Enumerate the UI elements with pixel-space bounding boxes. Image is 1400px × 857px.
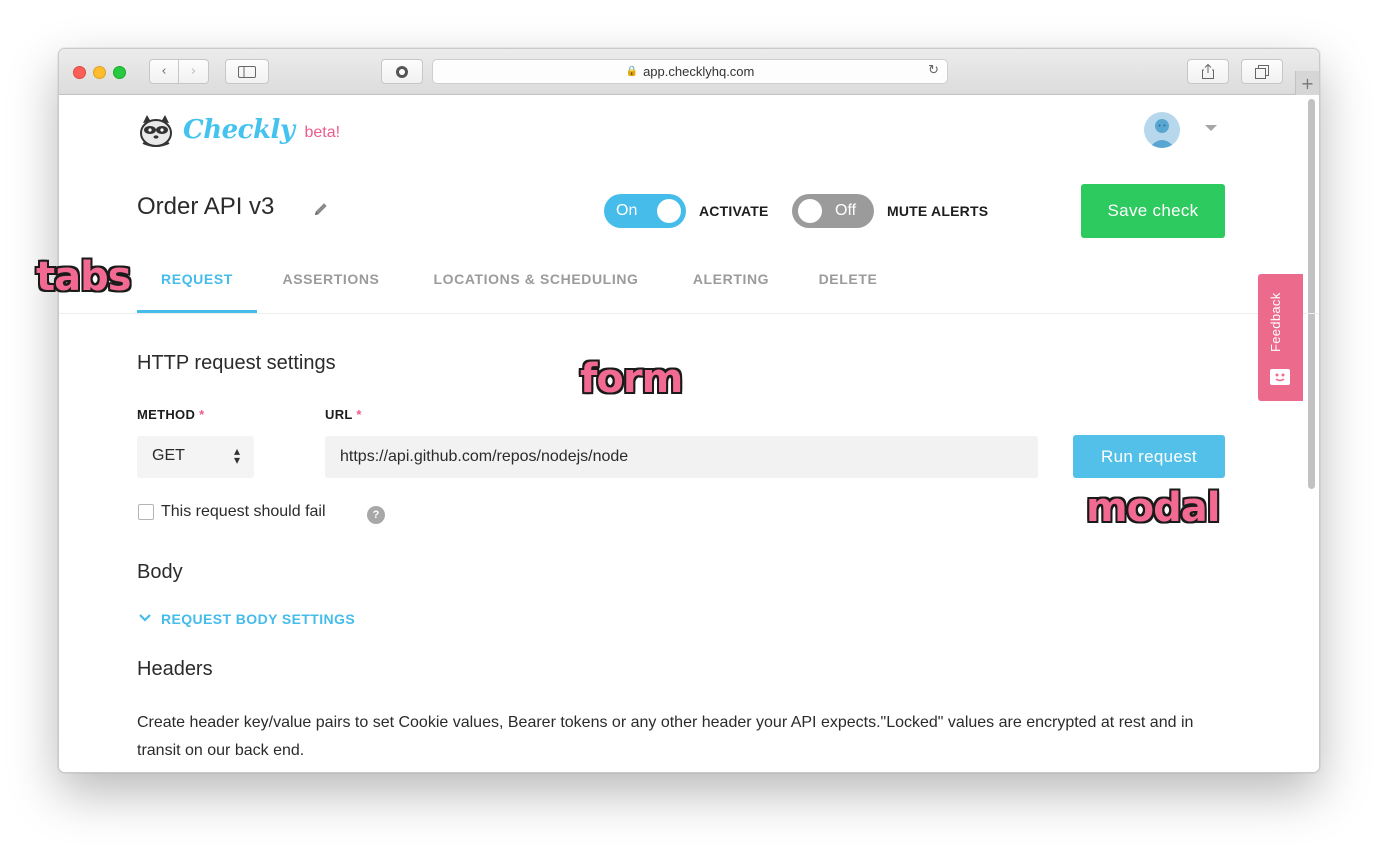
http-request-settings-heading: HTTP request settings — [137, 352, 336, 374]
back-button[interactable]: ‹ — [149, 59, 179, 84]
chevron-down-icon — [139, 614, 151, 622]
headers-description: Create header key/value pairs to set Coo… — [137, 714, 1194, 759]
method-select-value: GET — [152, 447, 185, 464]
raccoon-mascot-icon — [140, 115, 172, 147]
checkly-logo[interactable]: Checkly beta! — [137, 113, 340, 147]
tab-assertions[interactable]: ASSERTIONS — [279, 265, 383, 313]
privacy-report-button[interactable] — [381, 59, 423, 84]
shield-icon — [396, 65, 408, 78]
help-icon[interactable]: ? — [367, 506, 385, 524]
page-scrollbar[interactable] — [1308, 99, 1315, 489]
tab-request[interactable]: REQUEST — [137, 265, 257, 313]
method-select[interactable]: GET ▴ ▾ — [137, 436, 254, 478]
address-bar[interactable]: 🔒 app.checklyhq.com ↻ — [432, 59, 948, 84]
edit-title-icon[interactable] — [313, 201, 329, 222]
close-window-button[interactable] — [73, 66, 86, 79]
tabs-overview-button[interactable] — [1241, 59, 1283, 84]
minimize-window-button[interactable] — [93, 66, 106, 79]
zoom-window-button[interactable] — [113, 66, 126, 79]
check-title: Order API v3 — [137, 193, 275, 220]
request-should-fail-label[interactable]: This request should fail — [161, 503, 326, 521]
feedback-label: Feedback — [1268, 292, 1283, 353]
annotation-tabs: tabs — [36, 254, 132, 300]
tab-locations-scheduling[interactable]: LOCATIONS & SCHEDULING — [427, 265, 645, 313]
mute-alerts-toggle-knob — [798, 199, 822, 223]
activate-toggle-knob — [657, 199, 681, 223]
url-label: URL * — [325, 407, 362, 422]
request-body-settings-toggle[interactable]: REQUEST BODY SETTINGS — [139, 611, 355, 627]
tabs-divider — [59, 313, 1319, 314]
address-text: app.checklyhq.com — [643, 64, 755, 79]
feedback-tab[interactable]: Feedback — [1258, 274, 1303, 401]
request-body-settings-label: REQUEST BODY SETTINGS — [161, 611, 356, 627]
tab-delete[interactable]: DELETE — [817, 265, 879, 313]
select-arrows-icon: ▴ ▾ — [233, 444, 240, 467]
annotation-modal: modal — [1086, 485, 1220, 531]
tabs-icon — [1255, 64, 1269, 79]
annotation-form: form — [580, 356, 683, 402]
url-label-text: URL — [325, 407, 353, 422]
lock-icon: 🔒 — [625, 66, 639, 77]
share-button[interactable] — [1187, 59, 1229, 84]
mute-alerts-toggle-label: Off — [835, 202, 857, 219]
check-tabs: REQUEST ASSERTIONS LOCATIONS & SCHEDULIN… — [137, 265, 1227, 313]
body-heading: Body — [137, 561, 183, 583]
sidebar-icon — [238, 65, 256, 78]
url-input[interactable]: https://api.github.com/repos/nodejs/node — [325, 436, 1038, 478]
method-label-text: METHOD — [137, 407, 196, 422]
activate-toggle[interactable]: On — [604, 194, 686, 228]
run-request-button[interactable]: Run request — [1073, 435, 1225, 478]
forward-button[interactable]: › — [179, 59, 209, 84]
browser-window: ‹ › 🔒 app.checklyhq.com ↻ + Checkly beta… — [58, 48, 1320, 773]
browser-toolbar: ‹ › 🔒 app.checklyhq.com ↻ + — [59, 49, 1319, 95]
request-should-fail-checkbox[interactable] — [138, 504, 154, 520]
new-tab-button[interactable]: + — [1295, 71, 1319, 95]
checkly-page: Checkly beta! Order API v3 On ACTIVATE O… — [59, 95, 1319, 772]
mute-alerts-toggle[interactable]: Off — [792, 194, 874, 228]
activate-caption: ACTIVATE — [699, 203, 769, 219]
mute-alerts-caption: MUTE ALERTS — [887, 203, 989, 219]
user-avatar-icon — [1149, 119, 1175, 148]
pencil-icon — [315, 203, 327, 215]
method-required-mark: * — [199, 407, 205, 422]
beta-badge: beta! — [304, 123, 341, 141]
url-required-mark: * — [356, 407, 362, 422]
user-menu-caret-icon[interactable] — [1205, 125, 1217, 131]
feedback-face-icon — [1270, 369, 1290, 385]
activate-toggle-label: On — [616, 202, 638, 219]
tab-alerting[interactable]: ALERTING — [691, 265, 771, 313]
save-check-button[interactable]: Save check — [1081, 184, 1225, 238]
reload-icon[interactable]: ↻ — [928, 63, 939, 78]
history-nav: ‹ › — [149, 59, 209, 84]
brand-name: Checkly — [183, 115, 295, 145]
headers-heading: Headers — [137, 658, 213, 680]
share-icon — [1202, 64, 1214, 79]
method-label: METHOD * — [137, 407, 204, 422]
user-avatar[interactable] — [1144, 112, 1180, 148]
sidebar-toggle-button[interactable] — [225, 59, 269, 84]
